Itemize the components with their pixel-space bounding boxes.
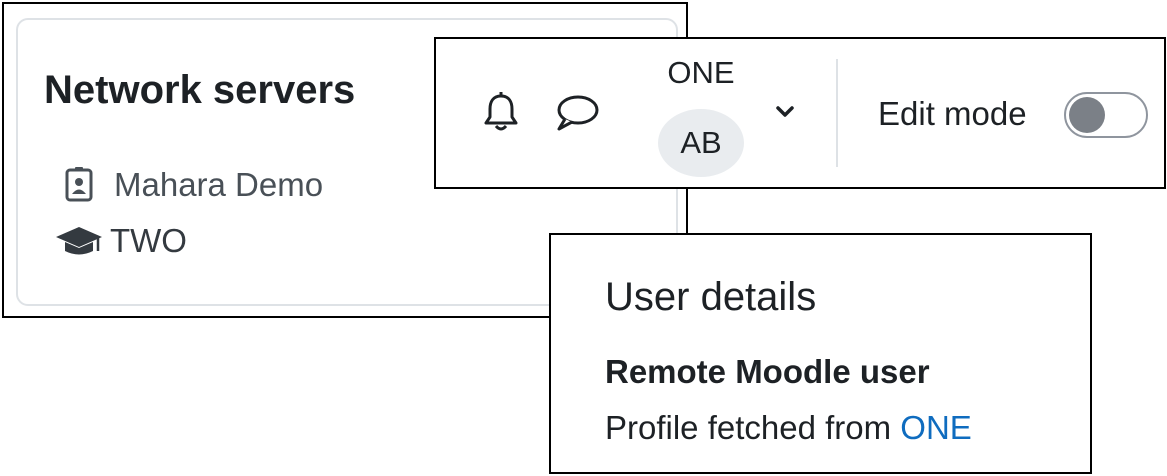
profile-source: Profile fetched from ONE [605, 409, 972, 447]
network-server-row-mahara[interactable]: Mahara Demo [54, 166, 323, 204]
user-role: Remote Moodle user [605, 353, 930, 390]
network-server-name: TWO [110, 222, 187, 259]
toggle-knob [1069, 97, 1105, 133]
chat-bubble-icon[interactable] [554, 93, 600, 133]
user-details-panel: User details Remote Moodle user Profile … [549, 233, 1092, 474]
network-server-name: Mahara Demo [114, 166, 324, 203]
user-details-heading: User details [605, 275, 817, 319]
edit-mode-label: Edit mode [878, 95, 1027, 132]
card-title: Network servers [44, 68, 356, 112]
id-badge-icon [54, 167, 104, 203]
edit-mode-toggle[interactable] [1064, 92, 1148, 138]
navbar-panel: ONE AB Edit mode [434, 37, 1166, 189]
graduation-cap-icon [54, 224, 104, 258]
network-server-row-two[interactable]: TWO [54, 222, 187, 260]
user-avatar[interactable]: AB [658, 109, 744, 177]
navbar-divider [836, 59, 838, 167]
chevron-down-icon[interactable] [772, 99, 798, 125]
profile-source-link[interactable]: ONE [900, 409, 972, 446]
bell-icon[interactable] [480, 91, 522, 133]
mnet-host-label: ONE [667, 55, 735, 90]
profile-source-prefix: Profile fetched from [605, 409, 901, 446]
